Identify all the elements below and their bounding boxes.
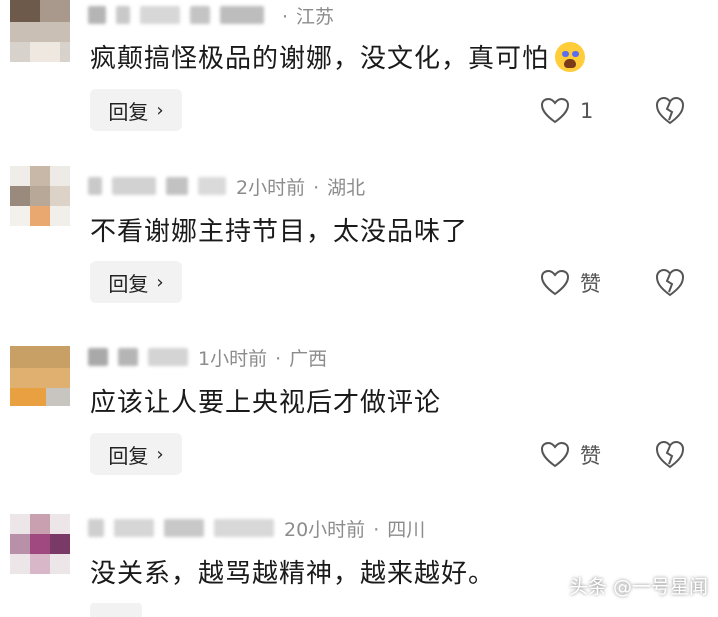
heart-icon: [540, 97, 570, 124]
chevron-right-icon: ›: [156, 271, 164, 293]
comment-location: 广西: [289, 347, 328, 370]
dislike-icon[interactable]: [654, 439, 686, 471]
like-count: 1: [580, 99, 594, 123]
comment-meta: 20小时前 · 四川: [88, 513, 425, 543]
heart-icon: [540, 441, 570, 468]
like-label: 赞: [580, 444, 601, 468]
comment-meta: 2小时前 · 湖北: [88, 171, 365, 201]
dislike-icon[interactable]: [654, 267, 686, 299]
comment-text: 不看谢娜主持节目，太没品味了: [90, 217, 469, 247]
comment-time: 20小时前: [284, 518, 366, 541]
avatar[interactable]: [10, 514, 70, 574]
reply-button[interactable]: [90, 603, 142, 617]
comment-meta: · 江苏: [88, 0, 334, 30]
comment-location: 江苏: [296, 5, 335, 28]
reply-button[interactable]: 回复 ›: [90, 89, 182, 131]
watermark: 头条 @一号星闻: [568, 576, 708, 598]
reply-button[interactable]: 回复 ›: [90, 261, 182, 303]
avatar[interactable]: [10, 166, 70, 226]
comment-location: 湖北: [327, 176, 366, 199]
reply-button[interactable]: 回复 ›: [90, 433, 182, 475]
comment-meta: 1小时前 · 广西: [88, 342, 327, 372]
like-button[interactable]: 赞: [540, 263, 601, 303]
like-button[interactable]: 赞: [540, 435, 601, 475]
comment-time: 2小时前: [236, 176, 306, 199]
like-button[interactable]: 1: [540, 91, 593, 131]
comment-time: 1小时前: [198, 347, 268, 370]
chevron-right-icon: ›: [156, 99, 164, 121]
comment-location: 四川: [387, 518, 426, 541]
avatar[interactable]: [10, 0, 70, 62]
crying-face-icon: [555, 42, 586, 72]
comment-text: 疯颠搞怪极品的谢娜，没文化，真可怕: [90, 38, 586, 75]
comment-text: 没关系，越骂越精神，越来越好。: [90, 559, 496, 589]
like-label: 赞: [580, 272, 601, 296]
chevron-right-icon: ›: [156, 443, 164, 465]
dislike-icon[interactable]: [654, 95, 686, 127]
heart-icon: [540, 269, 570, 296]
avatar[interactable]: [10, 346, 70, 406]
comment-text: 应该让人要上央视后才做评论: [90, 388, 442, 418]
